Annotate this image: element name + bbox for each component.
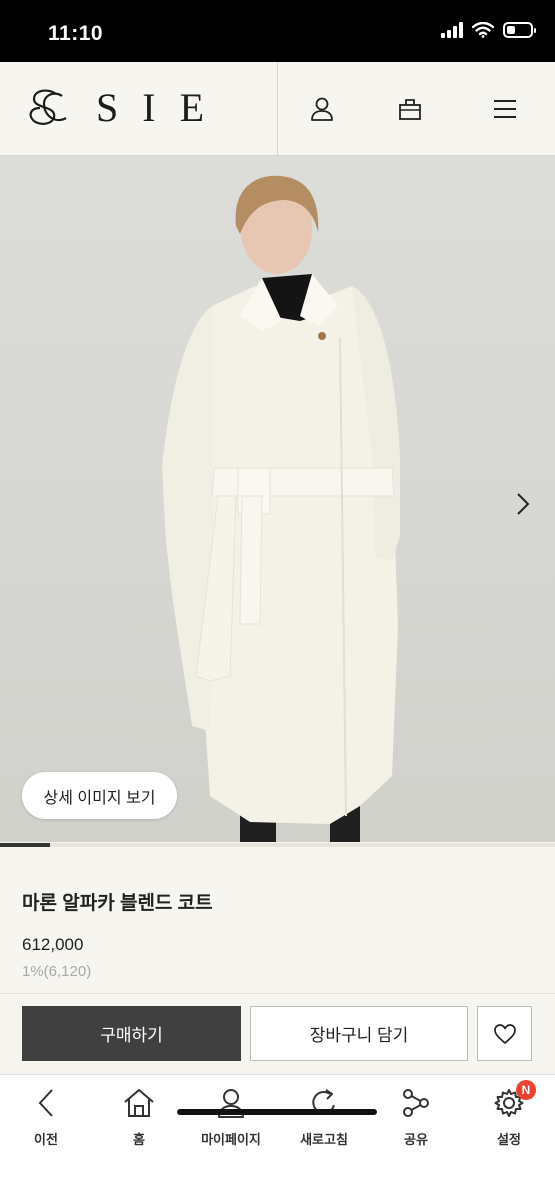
nav-label-settings: 설정 xyxy=(497,1132,521,1147)
bottom-nav: 이전 홈 마이페이지 새로고침 공유 N 설정 xyxy=(0,1074,555,1201)
nav-label-mypage: 마이페이지 xyxy=(201,1132,261,1147)
nav-label-home: 홈 xyxy=(133,1132,145,1147)
nav-back[interactable]: 이전 xyxy=(0,1085,92,1151)
home-icon xyxy=(124,1089,154,1117)
nav-label-refresh: 새로고침 xyxy=(300,1132,348,1147)
purchase-action-bar: 구매하기 장바구니 담기 xyxy=(0,993,555,1074)
battery-icon xyxy=(503,22,536,38)
status-icons xyxy=(441,22,536,38)
product-image[interactable]: 상세 이미지 보기 xyxy=(0,156,555,842)
detail-images-button[interactable]: 상세 이미지 보기 xyxy=(22,772,177,819)
wifi-icon xyxy=(472,22,494,38)
brand-logo[interactable]: SIE xyxy=(26,86,228,130)
menu-button[interactable] xyxy=(488,92,522,126)
nav-refresh[interactable]: 새로고침 xyxy=(278,1085,370,1151)
user-icon xyxy=(311,97,333,121)
nav-label-back: 이전 xyxy=(34,1132,58,1147)
nav-label-share: 공유 xyxy=(404,1132,428,1147)
buy-now-button[interactable]: 구매하기 xyxy=(22,1006,241,1061)
home-indicator xyxy=(177,1109,377,1115)
brand-name: SIE xyxy=(96,85,228,130)
header-divider xyxy=(277,62,278,155)
logo-mark-icon xyxy=(29,89,67,125)
nav-settings[interactable]: N 설정 xyxy=(463,1080,555,1151)
heart-icon xyxy=(493,1023,516,1044)
share-icon xyxy=(403,1089,429,1117)
chevron-right-icon[interactable] xyxy=(513,491,533,517)
notification-badge: N xyxy=(516,1080,536,1100)
image-slide-progress xyxy=(0,843,555,847)
site-header: SIE xyxy=(0,62,555,156)
product-price: 612,000 xyxy=(22,935,84,954)
back-icon xyxy=(38,1089,53,1117)
product-points: 1%(6,120) xyxy=(22,963,92,980)
signal-icon xyxy=(441,22,463,38)
image-slide-progress-fill xyxy=(0,843,50,847)
nav-home[interactable]: 홈 xyxy=(93,1085,185,1151)
status-time: 11:10 xyxy=(48,22,104,45)
bag-icon xyxy=(399,99,421,120)
nav-share[interactable]: 공유 xyxy=(370,1085,462,1151)
account-button[interactable] xyxy=(305,92,339,126)
nav-mypage[interactable]: 마이페이지 xyxy=(185,1085,277,1151)
cart-button[interactable] xyxy=(393,92,427,126)
product-info: 마론 알파카 블렌드 코트 612,000 1%(6,120) xyxy=(22,888,532,980)
add-to-cart-button[interactable]: 장바구니 담기 xyxy=(250,1006,468,1061)
status-bar: 11:10 xyxy=(0,0,555,62)
menu-icon xyxy=(494,100,516,118)
product-name: 마론 알파카 블렌드 코트 xyxy=(22,893,213,914)
wishlist-button[interactable] xyxy=(477,1006,532,1061)
product-photo xyxy=(162,175,400,842)
